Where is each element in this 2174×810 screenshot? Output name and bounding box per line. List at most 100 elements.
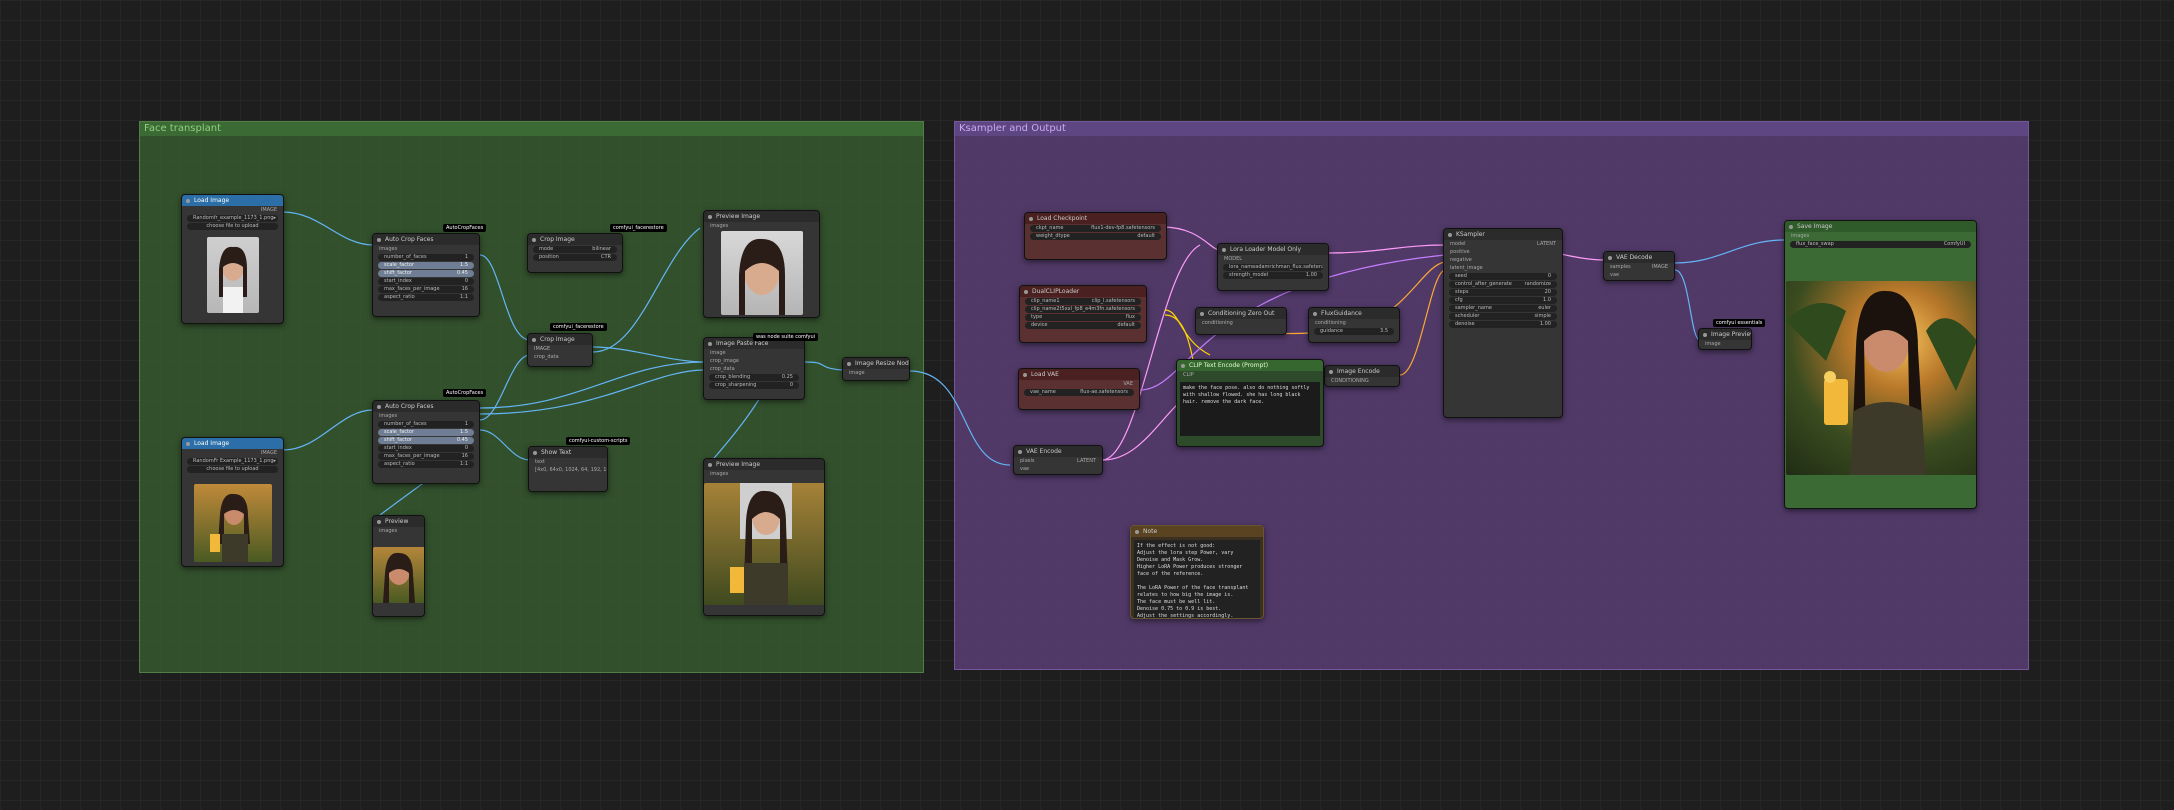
input-vae[interactable]: vae (1604, 271, 1674, 279)
node-title[interactable]: Preview Image (704, 459, 824, 470)
dual-clip-loader-node[interactable]: DualCLIPLoader clip_name1 clip_l.safetens… (1019, 285, 1147, 343)
crop-image-node[interactable]: Crop Image mode bilinear position CTR (527, 233, 623, 273)
input-latent[interactable]: latent_image (1444, 264, 1562, 272)
shift-factor-slider[interactable]: shift_factor 0.45 (378, 270, 474, 277)
save-image-node[interactable]: Save Image images flux_face_swap ComfyUI (1784, 220, 1977, 509)
node-title[interactable]: VAE Encode (1014, 446, 1102, 457)
input-images[interactable]: images (1785, 232, 1976, 240)
device-select[interactable]: device default (1025, 322, 1141, 329)
node-title[interactable]: Preview (373, 516, 424, 527)
input-crop[interactable]: crop_data (528, 353, 592, 361)
strength-model-field[interactable]: strength_model 1.00 (1223, 272, 1323, 279)
max-faces-field[interactable]: max_faces_per_image 16 (378, 453, 474, 460)
crop-blending-slider[interactable]: crop_blending 0.25 (709, 374, 799, 381)
input-image[interactable]: images (373, 245, 479, 253)
output-latent[interactable]: LATENT (1537, 240, 1556, 248)
vae-encode-node[interactable]: VAE Encode pixels LATENT vae (1013, 445, 1103, 475)
load-image-node[interactable]: Load Image IMAGE RandomFr Example_1173_1… (181, 437, 284, 567)
start-index-field[interactable]: start_index 0 (378, 278, 474, 285)
denoise-field[interactable]: denoise 1.00 (1449, 321, 1557, 328)
prompt-textarea[interactable]: make the face pose. also do nothing soft… (1180, 382, 1320, 436)
node-title[interactable]: VAE Decode (1604, 252, 1674, 263)
auto-crop-faces-node[interactable]: Auto Crop Faces images number_of_faces 1 … (372, 400, 480, 484)
node-title[interactable]: Preview Image (704, 211, 819, 222)
cfg-field[interactable]: cfg 1.0 (1449, 297, 1557, 304)
upload-button[interactable]: choose file to upload (187, 466, 278, 473)
filename-prefix-field[interactable]: flux_face_swap ComfyUI (1790, 241, 1971, 248)
node-title[interactable]: Load Image (182, 438, 283, 449)
input-negative[interactable]: negative (1444, 256, 1562, 264)
input-crop-data[interactable]: crop_data (704, 365, 804, 373)
image-resize-node[interactable]: Image Resize Node image (842, 357, 910, 381)
image-preview-node[interactable]: Image Preview image (1698, 328, 1752, 350)
aspect-ratio-field[interactable]: aspect_ratio 1:1 (378, 294, 474, 301)
crop-image-node[interactable]: Crop Image IMAGE crop_data (527, 333, 593, 367)
input-samples[interactable]: samples IMAGE (1604, 263, 1674, 271)
aspect-ratio-field[interactable]: aspect_ratio 1:1 (378, 461, 474, 468)
shift-factor-slider[interactable]: shift_factor 0.45 (378, 437, 474, 444)
input-vae[interactable]: vae (1014, 465, 1102, 473)
weight-dtype-select[interactable]: weight_dtype default (1030, 233, 1161, 240)
node-title[interactable]: Image Encode (1325, 366, 1399, 377)
preview-image-node[interactable]: Preview Image images (703, 458, 825, 616)
clip-name2-select[interactable]: clip_name2 t5xxl_fp8_e4m3fn.safetensors (1025, 306, 1141, 313)
guidance-field[interactable]: guidance 3.5 (1314, 328, 1394, 335)
input-model[interactable]: model LATENT (1444, 240, 1562, 248)
load-checkpoint-node[interactable]: Load Checkpoint ckpt_name flux1-dev-fp8.s… (1024, 212, 1167, 260)
output-conditioning[interactable]: CONDITIONING (1325, 377, 1399, 385)
node-title[interactable]: Load Image (182, 195, 283, 206)
node-title[interactable]: Image Preview (1699, 329, 1751, 340)
preview-node[interactable]: Preview images (372, 515, 425, 617)
output-image[interactable]: IMAGE (1652, 263, 1668, 271)
flux-guidance-node[interactable]: FluxGuidance conditioning guidance 3.5 (1308, 307, 1400, 343)
vae-name-select[interactable]: vae_name flux-ae.safetensors (1024, 389, 1134, 396)
conditioning-zero-out-node[interactable]: Conditioning Zero Out conditioning (1195, 307, 1287, 335)
seed-field[interactable]: seed 0 (1449, 273, 1557, 280)
note-textarea[interactable]: If the effect is not good: Adjust the lo… (1134, 540, 1260, 618)
node-title[interactable]: Note (1131, 526, 1263, 537)
steps-field[interactable]: steps 20 (1449, 289, 1557, 296)
type-select[interactable]: type flux (1025, 314, 1141, 321)
image-file-select[interactable]: RandomFr Example_1173_1.png ▸ (187, 458, 278, 465)
input-image[interactable]: IMAGE (528, 345, 592, 353)
input-conditioning[interactable]: conditioning (1309, 319, 1399, 327)
clip-text-encode-node[interactable]: CLIP Text Encode (Prompt) CLIP make the … (1176, 359, 1324, 447)
clip-name1-select[interactable]: clip_name1 clip_l.safetensors (1025, 298, 1141, 305)
node-title[interactable]: CLIP Text Encode (Prompt) (1177, 360, 1323, 371)
output-latent[interactable]: LATENT (1077, 457, 1096, 465)
input-clip[interactable]: CLIP (1177, 371, 1323, 379)
input-image[interactable]: image (1699, 340, 1751, 348)
number-of-faces-field[interactable]: number_of_faces 1 (378, 254, 474, 261)
node-title[interactable]: Lora Loader Model Only (1218, 244, 1328, 255)
scale-factor-slider[interactable]: scale_factor 1.5 (378, 429, 474, 436)
image-file-select[interactable]: Randomfr_example_1173_1.png ▸ (187, 215, 278, 222)
vae-decode-node[interactable]: VAE Decode samples IMAGE vae (1603, 251, 1675, 281)
node-title[interactable]: Load Checkpoint (1025, 213, 1166, 224)
load-image-node[interactable]: Load Image IMAGE Randomfr_example_1173_1… (181, 194, 284, 324)
input-text[interactable]: text (529, 458, 607, 466)
input-images[interactable]: images (704, 470, 824, 478)
input-conditioning[interactable]: conditioning (1196, 319, 1286, 327)
conditioning-output-node[interactable]: Image Encode CONDITIONING (1324, 365, 1400, 387)
input-image[interactable]: image (843, 369, 909, 377)
node-title[interactable]: DualCLIPLoader (1020, 286, 1146, 297)
output-vae[interactable]: VAE (1019, 380, 1139, 388)
scheduler-select[interactable]: scheduler simple (1449, 313, 1557, 320)
node-title[interactable]: Save Image (1785, 221, 1976, 232)
input-crop-image[interactable]: crop_image (704, 357, 804, 365)
output-image[interactable]: IMAGE (182, 206, 283, 214)
ksampler-node[interactable]: KSampler model LATENT positive negative … (1443, 228, 1563, 418)
number-of-faces-field[interactable]: number_of_faces 1 (378, 421, 474, 428)
note-node[interactable]: Note If the effect is not good: Adjust t… (1130, 525, 1264, 619)
lora-name-select[interactable]: lora_nameadamrichman_flux.safetensors (1223, 264, 1323, 271)
node-title[interactable]: FluxGuidance (1309, 308, 1399, 319)
input-image[interactable]: image (704, 349, 804, 357)
node-title[interactable]: Crop Image (528, 334, 592, 345)
input-images[interactable]: images (373, 527, 424, 535)
upload-button[interactable]: choose file to upload (187, 223, 278, 230)
load-vae-node[interactable]: Load VAE VAE vae_name flux-ae.safetensors (1018, 368, 1140, 410)
input-image[interactable]: images (373, 412, 479, 420)
input-images[interactable]: images (704, 222, 819, 230)
node-title[interactable]: Crop Image (528, 234, 622, 245)
crop-sharpening-field[interactable]: crop_sharpening 0 (709, 382, 799, 389)
